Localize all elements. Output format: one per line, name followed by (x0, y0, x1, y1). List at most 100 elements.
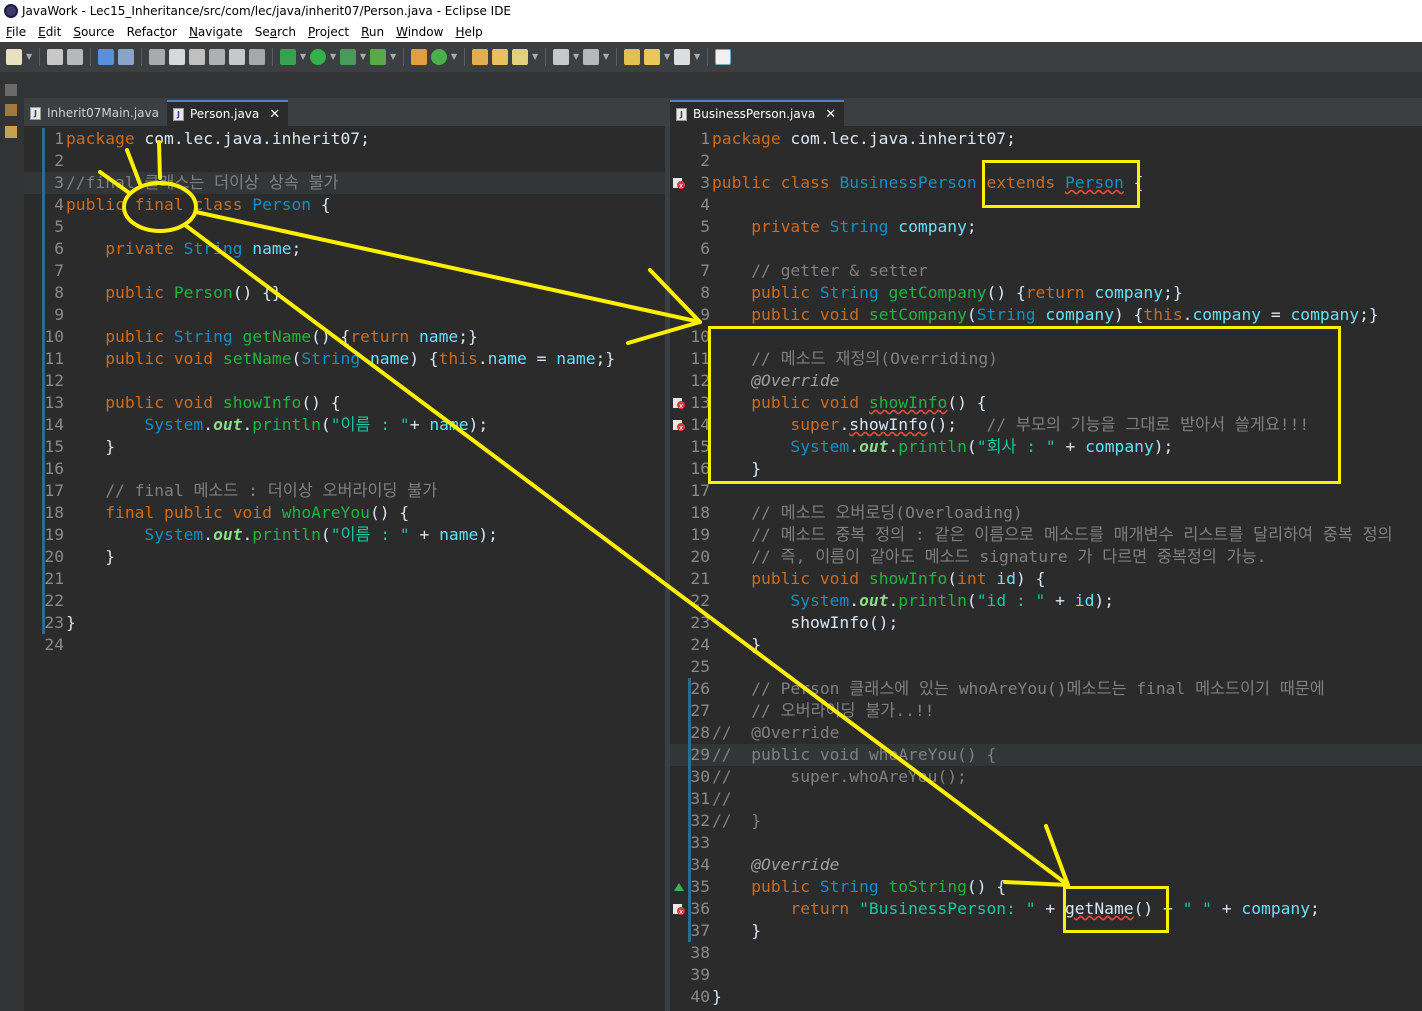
pen-icon[interactable] (169, 49, 185, 65)
next-annotation-icon[interactable] (553, 49, 569, 65)
code-line[interactable]: 15 } (24, 436, 665, 458)
code-line[interactable]: 34 @Override (670, 854, 1422, 876)
editor-tab[interactable]: J Inherit07Main.java (24, 100, 167, 126)
menu-item[interactable]: Project (302, 25, 355, 39)
code-line[interactable]: 12 (24, 370, 665, 392)
close-icon[interactable]: ✕ (269, 107, 280, 122)
code-line[interactable]: 13 public void showInfo() { (24, 392, 665, 414)
code-line[interactable]: 32// } (670, 810, 1422, 832)
code-line[interactable]: 37 } (670, 920, 1422, 942)
forward-icon[interactable] (674, 49, 690, 65)
code-line[interactable]: 1 package com.lec.java.inherit07; (670, 128, 1422, 150)
code-line[interactable]: 7 (24, 260, 665, 282)
code-line[interactable]: x 36 return "BusinessPerson: " + getName(… (670, 898, 1422, 920)
code-line[interactable]: 10 public String getName() {return name;… (24, 326, 665, 348)
code-line[interactable]: 5 (24, 216, 665, 238)
previous-annotation-icon[interactable] (583, 49, 599, 65)
run-dropdown-icon[interactable]: ▼ (330, 49, 336, 65)
code-line[interactable]: x 14 super.showInfo(); // 부모의 기능을 그대로 받아서… (670, 414, 1422, 436)
code-line[interactable]: 19 // 메소드 중복 정의 : 같은 이름으로 메소드를 매개변수 리스트를… (670, 524, 1422, 546)
menu-item[interactable]: Edit (32, 25, 67, 39)
code-line[interactable]: 39 (670, 964, 1422, 986)
code-line[interactable]: 25 (670, 656, 1422, 678)
skip-breakpoints-icon[interactable] (118, 49, 134, 65)
code-line[interactable]: 12 @Override (670, 370, 1422, 392)
new-class-dropdown-icon[interactable]: ▼ (451, 49, 457, 65)
debug-icon[interactable] (280, 49, 296, 65)
back-dropdown-icon[interactable]: ▼ (664, 49, 670, 65)
menu-item[interactable]: Search (249, 25, 302, 39)
new-icon[interactable] (6, 49, 22, 65)
brush-dropdown-icon[interactable]: ▼ (532, 49, 538, 65)
menu-item[interactable]: Refactor (121, 25, 183, 39)
code-line[interactable]: 23 showInfo(); (670, 612, 1422, 634)
perspective-icon[interactable] (715, 49, 731, 65)
search-icon[interactable] (209, 49, 225, 65)
code-line[interactable]: 21 public void showInfo(int id) { (670, 568, 1422, 590)
code-line[interactable]: 7 // getter & setter (670, 260, 1422, 282)
code-line[interactable]: 5 private String company; (670, 216, 1422, 238)
save-icon[interactable] (47, 49, 63, 65)
code-line[interactable]: 17 (670, 480, 1422, 502)
open-folder-icon[interactable] (472, 49, 488, 65)
code-line[interactable]: 16 } (670, 458, 1422, 480)
debug-dropdown-icon[interactable]: ▼ (300, 49, 306, 65)
editor-tab[interactable]: J Person.java ✕ (166, 100, 289, 126)
code-line[interactable]: 1 package com.lec.java.inherit07; (24, 128, 665, 150)
run-icon[interactable] (310, 49, 326, 65)
code-line[interactable]: 17 // final 메소드 : 더이상 오버라이딩 불가 (24, 480, 665, 502)
save-all-icon[interactable] (67, 49, 83, 65)
code-line[interactable]: x 13 public void showInfo() { (670, 392, 1422, 414)
show-whitespace-icon[interactable] (249, 49, 265, 65)
code-line[interactable]: 6 (670, 238, 1422, 260)
next-annotation-dropdown-icon[interactable]: ▼ (573, 49, 579, 65)
toggle-mark-icon[interactable] (149, 49, 165, 65)
coverage-icon[interactable] (340, 49, 356, 65)
new-dropdown-icon[interactable]: ▼ (26, 49, 32, 65)
code-line[interactable]: 14 System.out.println("이름 : "+ name); (24, 414, 665, 436)
new-class-icon[interactable] (431, 49, 447, 65)
brush-icon[interactable] (512, 49, 528, 65)
code-line[interactable]: 2 (24, 150, 665, 172)
console-icon[interactable] (98, 49, 114, 65)
right-code-area[interactable]: 1 package com.lec.java.inherit07; 2 x 3 publi… (670, 128, 1422, 1008)
code-line[interactable]: 28// @Override (670, 722, 1422, 744)
code-line[interactable]: 19 System.out.println("이름 : " + name); (24, 524, 665, 546)
code-line[interactable]: 20 // 즉, 이름이 같아도 메소드 signature 가 다르면 중복정… (670, 546, 1422, 568)
code-line[interactable]: 26 // Person 클래스에 있는 whoAreYou()메소드는 fin… (670, 678, 1422, 700)
open-task-icon[interactable] (492, 49, 508, 65)
code-line[interactable]: 11 public void setName(String name) {thi… (24, 348, 665, 370)
code-line[interactable]: 24 } (670, 634, 1422, 656)
menu-item[interactable]: Help (449, 25, 488, 39)
code-line[interactable]: 21 (24, 568, 665, 590)
menu-item[interactable]: Source (67, 25, 120, 39)
external-tools-icon[interactable] (370, 49, 386, 65)
last-edit-location-icon[interactable] (624, 49, 640, 65)
menu-item[interactable]: File (0, 25, 32, 39)
code-line[interactable]: 2 (670, 150, 1422, 172)
code-line[interactable]: 27 // 오버라이딩 불가..!! (670, 700, 1422, 722)
code-line[interactable]: 4 public final class Person { (24, 194, 665, 216)
code-line[interactable]: 8 public String getCompany() {return com… (670, 282, 1422, 304)
code-line[interactable]: 16 (24, 458, 665, 480)
editor-tab[interactable]: J BusinessPerson.java ✕ (670, 100, 845, 126)
code-line[interactable]: 35 public String toString() { (670, 876, 1422, 898)
external-tools-dropdown-icon[interactable]: ▼ (390, 49, 396, 65)
code-line[interactable]: 8 public Person() {} (24, 282, 665, 304)
code-line[interactable]: 15 System.out.println("회사 : " + company)… (670, 436, 1422, 458)
code-line[interactable]: 24 (24, 634, 665, 656)
code-line[interactable]: 38 (670, 942, 1422, 964)
code-line[interactable]: 4 (670, 194, 1422, 216)
code-line[interactable]: 9 public void setCompany(String company)… (670, 304, 1422, 326)
outline-icon[interactable] (5, 126, 17, 138)
previous-annotation-dropdown-icon[interactable]: ▼ (603, 49, 609, 65)
menu-item[interactable]: Window (390, 25, 449, 39)
restore-icon[interactable] (5, 84, 17, 96)
code-line[interactable]: 23} (24, 612, 665, 634)
code-line[interactable]: 33 (670, 832, 1422, 854)
code-line[interactable]: 22 (24, 590, 665, 612)
code-line[interactable]: 18 // 메소드 오버로딩(Overloading) (670, 502, 1422, 524)
code-line[interactable]: 10 (670, 326, 1422, 348)
package-explorer-icon[interactable] (5, 104, 17, 116)
open-type-icon[interactable] (189, 49, 205, 65)
